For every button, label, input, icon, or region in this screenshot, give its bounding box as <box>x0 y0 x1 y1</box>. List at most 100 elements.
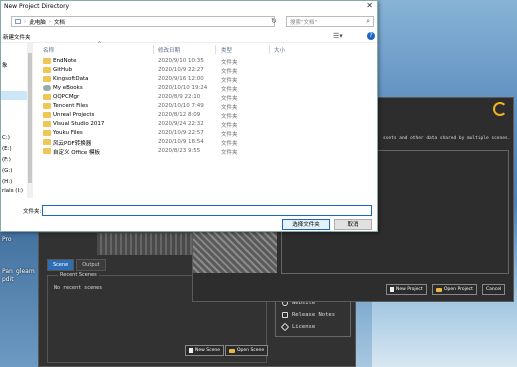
list-item[interactable]: 风云PDF转换器 2020/10/9 18:54 文件夹 <box>41 138 341 147</box>
license-link[interactable]: License <box>280 322 316 332</box>
item-type: 文件夹 <box>221 105 238 111</box>
item-type: 文件夹 <box>221 96 238 102</box>
new-folder-button[interactable]: 新建文件夹 <box>3 33 31 41</box>
folder-name-input[interactable] <box>42 205 372 216</box>
refresh-icon[interactable]: ↻ <box>271 17 277 25</box>
release-notes-link[interactable]: Release Notes <box>282 312 335 318</box>
help-icon[interactable]: ? <box>367 32 375 40</box>
new-project-button[interactable]: New Project <box>386 284 427 295</box>
column-date[interactable]: 修改日期 <box>158 46 180 54</box>
new-scene-label: New Scene <box>195 348 220 353</box>
item-date: 2020/9/24 22:32 <box>158 121 204 127</box>
new-scene-button[interactable]: New Scene <box>185 345 224 356</box>
breadcrumb-item[interactable]: 此电脑 <box>29 18 46 26</box>
app-logo-icon <box>493 102 507 116</box>
column-divider[interactable] <box>215 45 216 54</box>
nav-item[interactable]: 象 <box>2 61 8 69</box>
nav-selection <box>1 91 29 100</box>
folder-icon <box>436 287 442 292</box>
desktop-label[interactable]: gleam <box>16 268 35 275</box>
item-name: KingsoftData <box>53 76 89 82</box>
open-project-button[interactable]: Open Project <box>432 284 477 295</box>
license-label: License <box>292 324 316 330</box>
nav-item[interactable]: C:) <box>2 135 10 141</box>
search-placeholder: 搜索"文档" <box>290 20 318 26</box>
breadcrumb-item[interactable]: 文档 <box>54 18 65 26</box>
address-bar-row: › 此电脑 › 文档 ↻ 搜索"文档" ⌕ <box>1 15 377 29</box>
list-item[interactable]: EndNote 2020/9/10 10:35 文件夹 <box>41 57 341 66</box>
list-item[interactable]: Youku Files 2020/10/9 22:57 文件夹 <box>41 129 341 138</box>
list-item[interactable]: GitHub 2020/10/9 22:27 文件夹 <box>41 66 341 75</box>
column-name[interactable]: 名称 <box>43 46 54 54</box>
item-date: 2020/9/10 10:35 <box>158 58 204 64</box>
close-button[interactable]: ✕ <box>366 1 373 10</box>
search-input[interactable]: 搜索"文档" ⌕ <box>286 16 374 27</box>
navigation-pane: 象 C:) (E:) (F:) (G:) (H:) rials (I:) <box>1 43 33 198</box>
nav-item[interactable]: (F:) <box>2 157 11 163</box>
column-type[interactable]: 类型 <box>221 46 232 54</box>
folder-icon <box>43 76 51 82</box>
nav-scrollbar-thumb[interactable] <box>28 53 32 183</box>
tab-scene[interactable]: Scene <box>47 259 75 271</box>
file-list: EndNote 2020/9/10 10:35 文件夹 GitHub 2020/10/… <box>41 57 341 156</box>
book-folder-icon <box>43 85 51 91</box>
cancel-button[interactable]: Cancel <box>482 284 506 295</box>
project-description: ssets and other data shared by multiple … <box>383 136 511 141</box>
toolbar: 新建文件夹 ☰▾ ? <box>1 31 377 43</box>
page-icon <box>390 287 394 292</box>
new-project-label: New Project <box>396 287 423 292</box>
search-icon: ⌕ <box>366 17 370 25</box>
nav-item[interactable]: (H:) <box>2 179 12 185</box>
item-type: 文件夹 <box>221 87 238 93</box>
open-project-label: Open Project <box>444 287 473 292</box>
cancel-label: Cancel <box>486 287 502 292</box>
folder-icon <box>43 139 51 145</box>
item-name: My eBooks <box>53 85 83 91</box>
list-item[interactable]: My eBooks 2020/10/10 19:24 文件夹 <box>41 84 341 93</box>
folder-icon <box>43 94 51 100</box>
item-name: Visual Studio 2017 <box>53 121 105 127</box>
select-folder-button[interactable]: 选择文件夹 <box>282 219 330 230</box>
column-divider[interactable] <box>153 45 154 54</box>
item-name: GitHub <box>53 67 73 73</box>
chevron-right-icon: › <box>24 18 27 25</box>
item-date: 2020/10/9 18:54 <box>158 139 204 145</box>
column-size[interactable]: 大小 <box>274 46 285 54</box>
item-type: 文件夹 <box>221 78 238 84</box>
computer-icon <box>15 19 21 24</box>
open-scene-button[interactable]: Open Scene <box>225 345 269 356</box>
item-name: 自定义 Office 模板 <box>53 150 101 156</box>
breadcrumb[interactable]: › 此电脑 › 文档 <box>11 16 275 27</box>
folder-field-label: 文件夹: <box>23 209 42 215</box>
desktop-label[interactable]: Pro <box>2 236 12 243</box>
nav-item[interactable]: (E:) <box>2 146 12 152</box>
column-divider[interactable] <box>269 45 270 54</box>
sort-indicator-icon: ^ <box>97 41 103 48</box>
list-item[interactable]: Unreal Projects 2020/8/12 8:09 文件夹 <box>41 111 341 120</box>
page-icon <box>189 348 193 353</box>
cancel-button[interactable]: 取消 <box>334 219 372 230</box>
folder-icon <box>43 148 51 154</box>
list-item[interactable]: 自定义 Office 模板 2020/8/23 9:55 文件夹 <box>41 147 341 156</box>
item-date: 2020/10/9 22:27 <box>158 67 204 73</box>
view-options-icon[interactable]: ☰▾ <box>333 32 343 40</box>
folder-icon <box>43 103 51 109</box>
list-item[interactable]: QQPCMgr 2020/8/9 22:10 文件夹 <box>41 93 341 102</box>
list-item[interactable]: Visual Studio 2017 2020/9/24 22:32 文件夹 <box>41 120 341 129</box>
preview-image <box>97 233 193 255</box>
folder-icon <box>43 112 51 118</box>
item-name: Tencent Files <box>53 103 89 109</box>
nav-item[interactable]: (G:) <box>2 168 12 174</box>
item-date: 2020/10/9 22:57 <box>158 130 204 136</box>
item-type: 文件夹 <box>221 69 238 75</box>
folder-picker-dialog: New Project Directory ✕ › 此电脑 › 文档 ↻ 搜索"… <box>0 0 378 232</box>
item-name: QQPCMgr <box>53 94 80 100</box>
desktop-label[interactable]: Pan <box>2 268 13 275</box>
list-item[interactable]: KingsoftData 2020/9/16 12:00 文件夹 <box>41 75 341 84</box>
desktop-label[interactable]: pdit <box>2 276 14 283</box>
tab-output[interactable]: Output <box>76 259 106 271</box>
release-notes-label: Release Notes <box>292 312 336 318</box>
nav-item[interactable]: rials (I:) <box>2 188 23 194</box>
list-item[interactable]: Tencent Files 2020/10/10 7:49 文件夹 <box>41 102 341 111</box>
column-header: ^ 名称 修改日期 类型 大小 <box>39 41 339 55</box>
